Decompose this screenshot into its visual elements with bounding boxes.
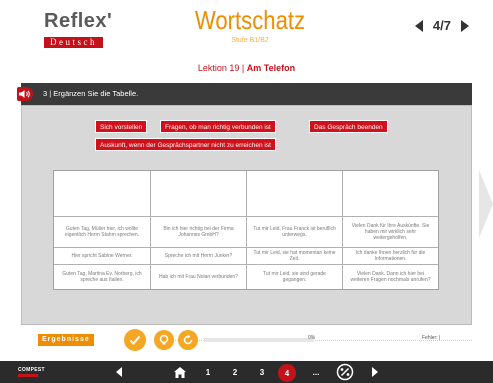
page-pager: 4/7 xyxy=(414,18,469,33)
table-cell: Guten Tag, Müller hier, ich wollte eigen… xyxy=(64,226,140,238)
drop-zone[interactable] xyxy=(246,171,342,216)
check-button[interactable] xyxy=(124,329,146,351)
arrow-left-icon xyxy=(116,367,122,377)
footer-nav: COMPEST 1 2 3 4 ... xyxy=(0,361,493,383)
drop-row xyxy=(54,171,438,216)
home-button[interactable] xyxy=(172,361,188,383)
reload-icon xyxy=(183,334,193,345)
page-indicator: 4/7 xyxy=(432,18,451,33)
footer-page-1[interactable]: 1 xyxy=(202,361,214,383)
reset-button[interactable] xyxy=(178,330,198,350)
title-block: Wortschatz Stufe B1/B2 xyxy=(150,6,350,45)
table-row: Guten Tag, Müller hier, ich wollte eigen… xyxy=(54,216,438,247)
footer-prev-button[interactable] xyxy=(112,361,126,383)
task-bar: 3 | Ergänzen Sie die Tabelle. xyxy=(17,83,472,105)
error-count: Fehler: | xyxy=(422,335,441,341)
app-window: Reflex' Deutsch Wortschatz Stufe B1/B2 4… xyxy=(0,0,493,383)
compest-logo: COMPEST xyxy=(18,367,52,377)
lesson-heading: Lektion 19 | Am Telefon xyxy=(0,63,493,73)
drop-zone[interactable] xyxy=(54,171,150,216)
table-cell: Hab ich mit Frau Nolan verbunden? xyxy=(150,265,246,289)
results-label: Ergebnisse xyxy=(38,334,94,346)
percent-button[interactable] xyxy=(334,361,356,383)
chip-sich-vorstellen[interactable]: Sich vorstellen xyxy=(95,120,148,133)
footer-page-3[interactable]: 3 xyxy=(256,361,268,383)
table-cell: Vielen Dank. Dann ich hier bei weiteren … xyxy=(342,265,438,289)
lesson-topic: Am Telefon xyxy=(246,63,296,73)
table-cell: Vielen Dank für Ihre Auskünfte. Sie habe… xyxy=(342,217,438,247)
footer-logo-bar xyxy=(18,374,38,377)
page-subtitle: Stufe B1/B2 xyxy=(231,37,269,44)
answer-table: Guten Tag, Müller hier, ich wollte eigen… xyxy=(53,170,439,290)
footer-ellipsis: ... xyxy=(312,367,320,377)
solution-button[interactable] xyxy=(154,330,174,350)
percent-circle-icon xyxy=(336,363,354,381)
home-icon xyxy=(174,366,186,378)
audio-button[interactable] xyxy=(17,87,33,101)
footer-logo-text: COMPEST xyxy=(18,367,45,373)
footer-page-current[interactable]: 4 xyxy=(278,361,296,383)
progress-percent: 0% xyxy=(308,335,316,341)
progress-bar xyxy=(204,338,314,342)
current-page-marker: 4 xyxy=(278,364,296,382)
checkmark-icon xyxy=(129,335,141,345)
prev-page-icon[interactable] xyxy=(414,19,423,32)
task-instruction: 3 | Ergänzen Sie die Tabelle. xyxy=(43,89,139,98)
page-title: Wortschatz xyxy=(194,5,306,35)
table-cell: Tut mir Leid, sie sind gerade gegangen. xyxy=(246,265,342,289)
drop-zone[interactable] xyxy=(150,171,246,216)
speaker-icon xyxy=(19,90,30,98)
logo-wordmark: Reflex' xyxy=(44,10,113,32)
current-page-number: 4 xyxy=(284,368,290,378)
header: Reflex' Deutsch Wortschatz Stufe B1/B2 4… xyxy=(0,0,493,62)
table-row: Guten Tag, Martina Ev. Norberg, ich spre… xyxy=(54,264,438,289)
footer-next-button[interactable] xyxy=(368,361,382,383)
reflex-logo: Reflex' Deutsch xyxy=(44,10,114,50)
table-cell: Guten Tag, Martina Ev. Norberg, ich spre… xyxy=(62,271,142,283)
logo-subtitle: Deutsch xyxy=(44,37,103,48)
table-cell: Tut mir Leid, Frau Franck ist beruflich … xyxy=(246,217,342,247)
drop-zone[interactable] xyxy=(342,171,438,216)
footer-page-2[interactable]: 2 xyxy=(229,361,241,383)
chip-auskunft[interactable]: Auskunft, wenn der Gesprächspartner nich… xyxy=(95,138,276,151)
lightbulb-icon xyxy=(159,334,169,345)
next-page-icon[interactable] xyxy=(461,19,469,32)
table-cell: Tut mir Leid, sie hat momentan keine Zei… xyxy=(246,248,342,264)
table-cell: Ich danke Ihnen herzlich für die Informa… xyxy=(342,248,438,264)
results-bar: Ergebnisse 0% Fehler: | xyxy=(38,329,472,351)
next-exercise-arrow[interactable] xyxy=(479,170,493,238)
chip-gespraech-beenden[interactable]: Das Gespräch beenden xyxy=(309,120,388,133)
lesson-number: Lektion 19 | xyxy=(197,63,247,73)
arrow-right-icon xyxy=(372,367,378,377)
table-cell: Hier spricht Sabine Werner. xyxy=(71,253,133,259)
table-row: Hier spricht Sabine Werner. Spreche ich … xyxy=(54,247,438,264)
table-cell: Spreche ich mit Herrn Junker? xyxy=(150,248,246,264)
table-cell: Bin ich hier richtig bei der Firma Johan… xyxy=(150,217,246,247)
chip-richtig-verbunden[interactable]: Fragen, ob man richtig verbunden ist xyxy=(160,120,276,133)
